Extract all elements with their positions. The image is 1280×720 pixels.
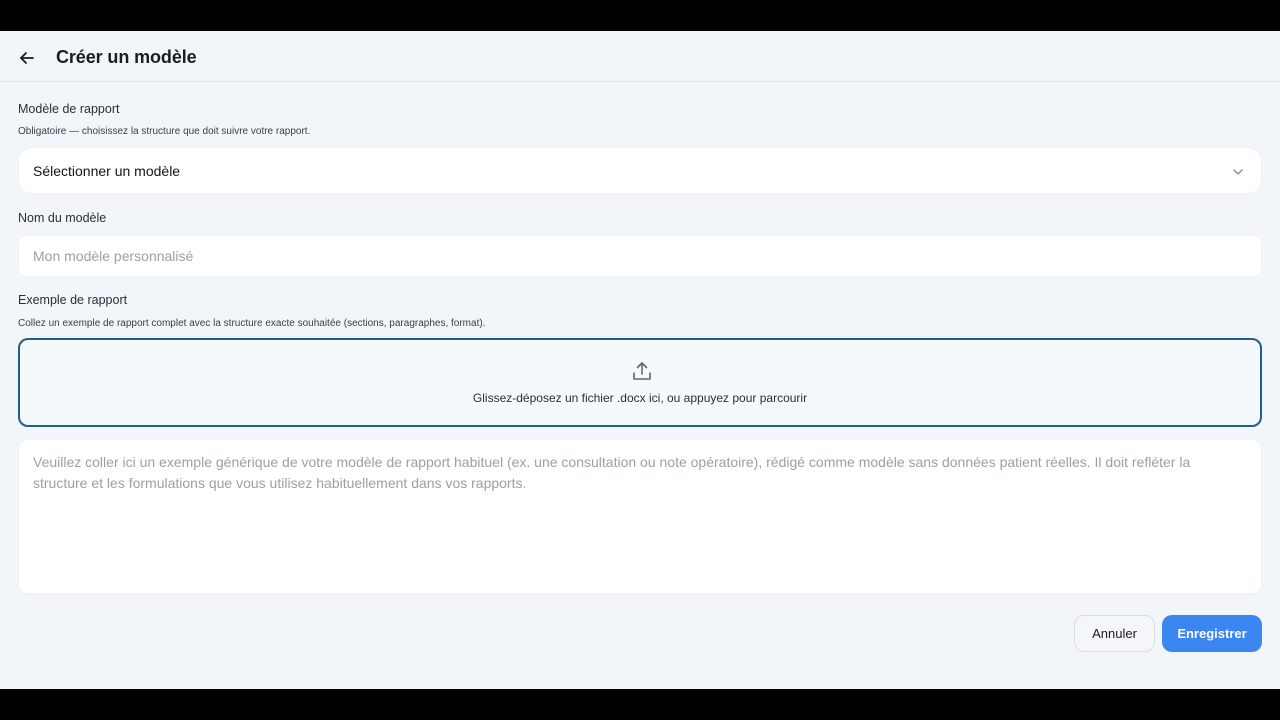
chevron-down-icon: [1233, 169, 1243, 175]
back-button[interactable]: [14, 45, 40, 71]
cancel-button[interactable]: Annuler: [1074, 615, 1155, 652]
docx-dropzone[interactable]: Glissez-déposez un fichier .docx ici, ou…: [18, 338, 1262, 427]
header: Créer un modèle: [0, 31, 1280, 82]
template-hint: Obligatoire — choisissez la structure qu…: [18, 126, 311, 137]
create-template-screen: Créer un modèle Modèle de rapport Obliga…: [0, 31, 1280, 689]
template-label: Modèle de rapport: [18, 102, 120, 116]
letterbox-top: [0, 0, 1280, 31]
name-label: Nom du modèle: [18, 211, 107, 225]
page-title: Créer un modèle: [56, 47, 197, 67]
template-select-value: Sélectionner un modèle: [33, 163, 181, 179]
letterbox-bottom: [0, 689, 1280, 720]
example-label: Exemple de rapport: [18, 293, 128, 307]
template-select[interactable]: Sélectionner un modèle: [18, 147, 1262, 194]
dropzone-text: Glissez-déposez un fichier .docx ici, ou…: [472, 391, 808, 405]
example-report-textarea[interactable]: [18, 439, 1262, 594]
upload-icon: [633, 362, 651, 380]
arrow-left-icon: [20, 52, 34, 64]
template-name-input[interactable]: [18, 235, 1262, 277]
save-button[interactable]: Enregistrer: [1162, 615, 1262, 652]
example-hint: Collez un exemple de rapport complet ave…: [18, 318, 486, 329]
